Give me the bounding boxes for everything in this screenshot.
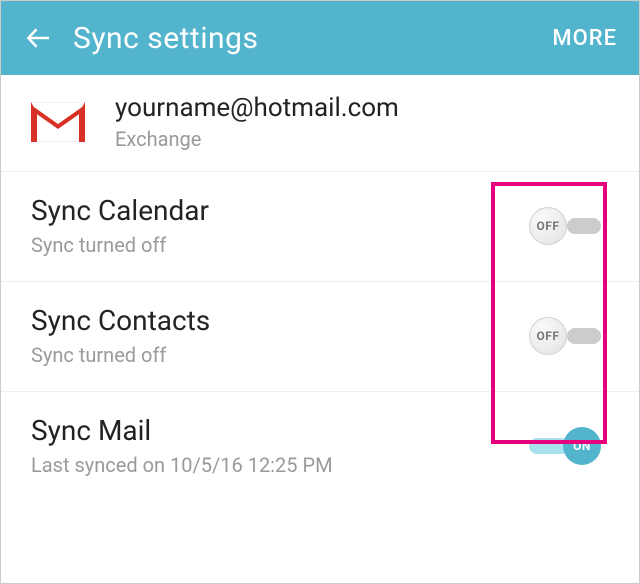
sync-calendar-row[interactable]: Sync Calendar Sync turned off OFF	[1, 172, 639, 282]
sync-mail-row[interactable]: Sync Mail Last synced on 10/5/16 12:25 P…	[1, 392, 639, 501]
toggle-track	[567, 218, 601, 234]
account-info: yourname@hotmail.com Exchange	[115, 93, 399, 151]
arrow-left-icon	[24, 23, 54, 53]
row-title: Sync Contacts	[31, 304, 529, 337]
row-text: Sync Contacts Sync turned off	[31, 304, 529, 367]
row-title: Sync Mail	[31, 414, 529, 447]
toggle-knob: ON	[563, 427, 601, 465]
row-text: Sync Calendar Sync turned off	[31, 194, 529, 257]
row-title: Sync Calendar	[31, 194, 529, 227]
toggle-knob: OFF	[529, 207, 567, 245]
row-subtitle: Sync turned off	[31, 233, 529, 257]
toggle-knob: OFF	[529, 317, 567, 355]
row-subtitle: Last synced on 10/5/16 12:25 PM	[31, 453, 529, 477]
account-type: Exchange	[115, 127, 399, 151]
sync-contacts-row[interactable]: Sync Contacts Sync turned off OFF	[1, 282, 639, 392]
sync-mail-toggle[interactable]: ON	[529, 427, 601, 465]
toggle-track	[567, 328, 601, 344]
account-row[interactable]: yourname@hotmail.com Exchange	[1, 75, 639, 172]
gmail-icon	[31, 102, 85, 142]
back-button[interactable]	[19, 18, 59, 58]
account-email: yourname@hotmail.com	[115, 93, 399, 123]
more-button[interactable]: MORE	[552, 26, 617, 51]
row-text: Sync Mail Last synced on 10/5/16 12:25 P…	[31, 414, 529, 477]
sync-rows: Sync Calendar Sync turned off OFF Sync C…	[1, 172, 639, 501]
app-bar: Sync settings MORE	[1, 1, 639, 75]
row-subtitle: Sync turned off	[31, 343, 529, 367]
sync-calendar-toggle[interactable]: OFF	[529, 207, 601, 245]
page-title: Sync settings	[73, 21, 552, 56]
sync-contacts-toggle[interactable]: OFF	[529, 317, 601, 355]
